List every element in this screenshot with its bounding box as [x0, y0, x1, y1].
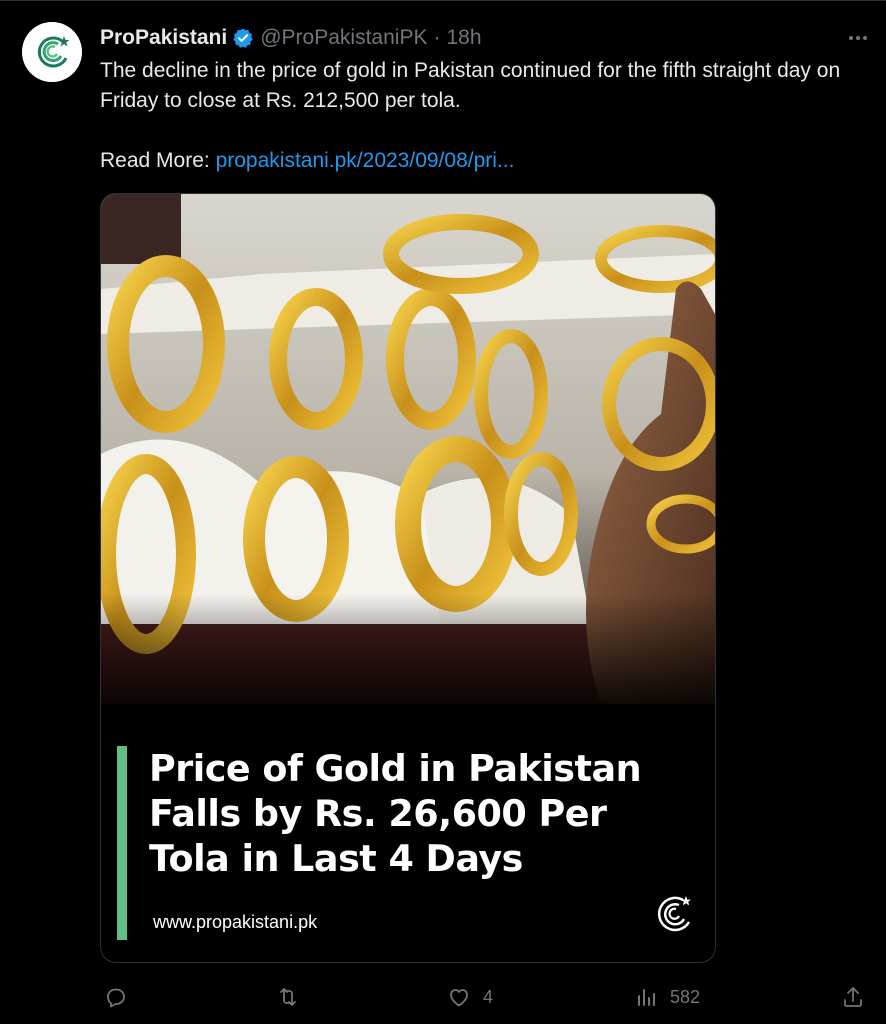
propakistani-logo-icon	[649, 888, 699, 938]
read-more-label: Read More:	[100, 149, 210, 172]
media-headline: Price of Gold in Pakistan Falls by Rs. 2…	[149, 746, 709, 881]
tweet-action-bar: 4 582	[0, 982, 886, 1012]
share-icon	[844, 987, 862, 1007]
headline-line: Price of Gold in Pakistan	[149, 747, 642, 790]
views-button[interactable]: 582	[634, 982, 700, 1012]
reply-icon	[107, 988, 125, 1008]
avatar[interactable]	[22, 22, 82, 82]
heart-icon	[450, 989, 468, 1007]
like-count: 4	[483, 986, 494, 1007]
propakistani-logo-icon	[22, 22, 82, 82]
display-name[interactable]: ProPakistani	[100, 26, 227, 50]
top-divider	[0, 0, 886, 1]
retweet-button[interactable]	[276, 982, 312, 1012]
headline-line: Tola in Last 4 Days	[149, 837, 523, 880]
tweet-body: The decline in the price of gold in Paki…	[100, 59, 841, 112]
like-button[interactable]: 4	[447, 982, 493, 1012]
headline-line: Falls by Rs. 26,600 Per	[149, 792, 607, 835]
retweet-icon	[280, 988, 296, 1006]
read-more-line: Read More: propakistani.pk/2023/09/08/pr…	[100, 146, 870, 176]
tweet-header: ProPakistani @ProPakistaniPK · 18h	[100, 24, 482, 52]
views-icon	[638, 989, 655, 1006]
reply-button[interactable]	[104, 982, 140, 1012]
share-button[interactable]	[841, 982, 865, 1012]
timestamp[interactable]: 18h	[446, 26, 481, 50]
article-link[interactable]: propakistani.pk/2023/09/08/pri...	[216, 149, 515, 172]
verified-badge-icon[interactable]	[232, 27, 254, 49]
media-site-url: www.propakistani.pk	[153, 912, 318, 932]
photo-fade-overlay	[101, 594, 715, 744]
more-icon[interactable]	[846, 26, 870, 50]
media-card[interactable]: Price of Gold in Pakistan Falls by Rs. 2…	[100, 193, 716, 963]
views-count: 582	[670, 986, 701, 1007]
tweet-text: The decline in the price of gold in Paki…	[100, 56, 870, 176]
separator-dot: ·	[433, 26, 441, 49]
headline-accent-bar	[117, 746, 127, 940]
user-handle[interactable]: @ProPakistaniPK	[260, 26, 427, 50]
